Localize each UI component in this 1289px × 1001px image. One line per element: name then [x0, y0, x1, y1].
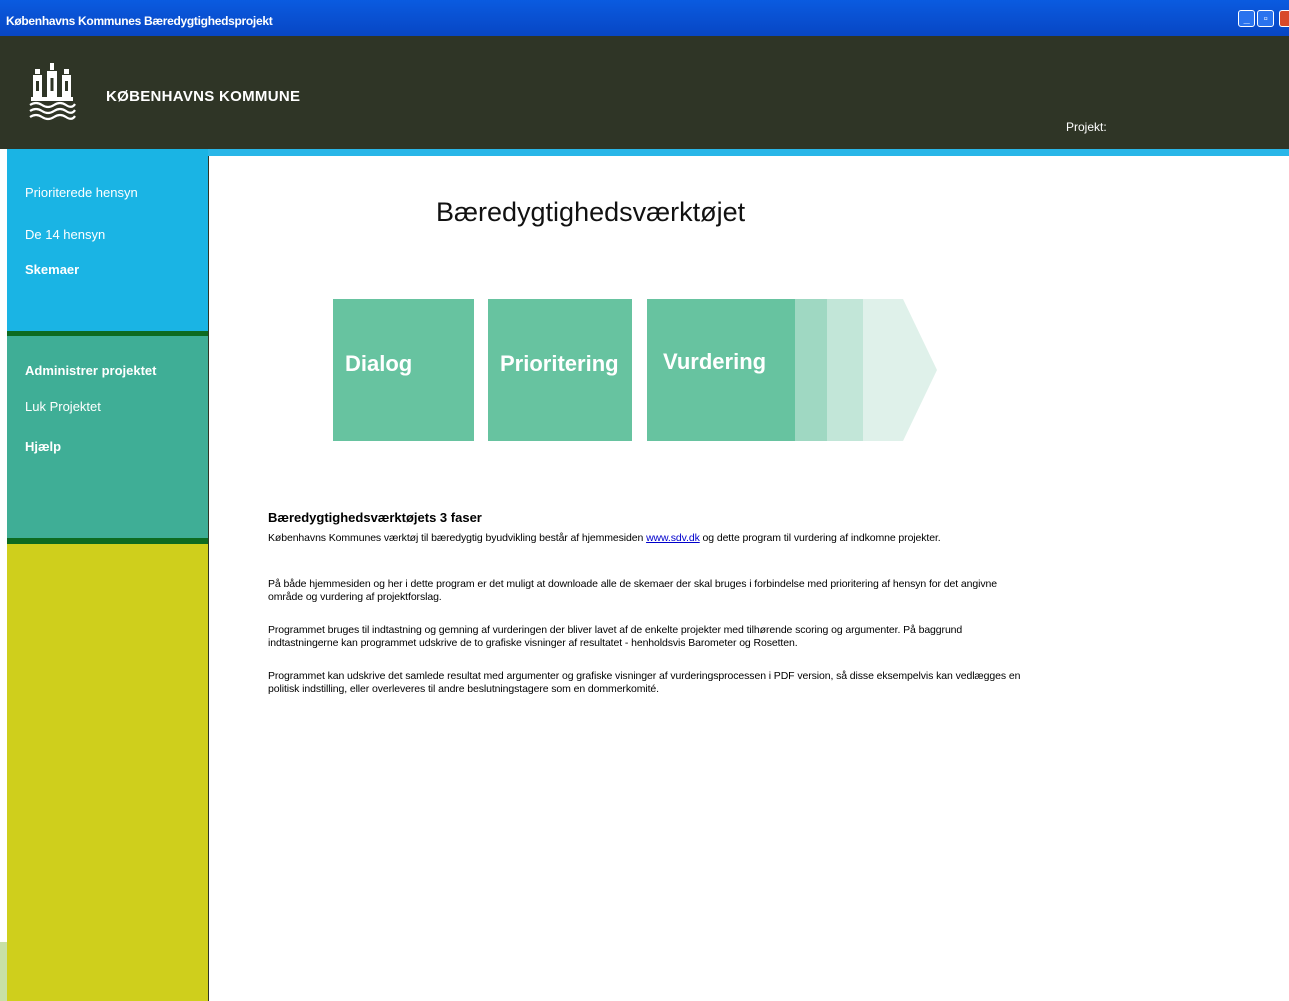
phase-prioritering[interactable]: Prioritering — [488, 299, 632, 441]
sidebar-item-de-14-hensyn[interactable]: De 14 hensyn — [25, 227, 105, 242]
phase-arrow-icon — [795, 299, 937, 441]
section-heading: Bæredygtighedsværktøjets 3 faser — [268, 510, 482, 525]
paragraph-intro: Københavns Kommunes værktøj til bæredygt… — [268, 532, 1028, 545]
sidebar-item-hjaelp[interactable]: Hjælp — [25, 439, 61, 454]
restore-icon[interactable]: ▫ — [1257, 10, 1274, 27]
paragraph-download: På både hjemmesiden og her i dette progr… — [268, 578, 997, 603]
page-title: Bæredygtighedsværktøjet — [436, 197, 746, 227]
sidebar-project-panel: Administrer projektet Luk Projektet Hjæl… — [7, 336, 208, 538]
paragraph-print: Programmet kan udskrive det samlede resu… — [268, 670, 1021, 695]
sidebar-border — [208, 156, 212, 1001]
phase-label: Dialog — [345, 351, 413, 376]
minimize-icon[interactable]: _ — [1238, 10, 1255, 27]
sidebar-bottom-panel — [7, 544, 208, 1001]
window-title: Københavns Kommunes Bæredygtighedsprojek… — [6, 14, 273, 28]
sidebar-item-skemaer[interactable]: Skemaer — [25, 262, 79, 277]
paragraph-text: Københavns Kommunes værktøj til bæredygt… — [268, 532, 647, 544]
phase-label: Vurdering — [663, 349, 767, 374]
sidebar-top-panel: Prioriterede hensyn De 14 hensyn Skemaer — [7, 149, 208, 331]
sidebar-item-luk-projektet[interactable]: Luk Projektet — [25, 399, 101, 414]
sidebar: Prioriterede hensyn De 14 hensyn Skemaer… — [7, 149, 208, 1001]
phase-dialog[interactable]: Dialog — [333, 299, 474, 441]
paragraph-program: Programmet bruges til indtastning og gem… — [268, 624, 963, 649]
phase-vurdering[interactable]: Vurdering — [647, 299, 795, 441]
brand-name: KØBENHAVNS KOMMUNE — [106, 88, 301, 105]
project-label: Projekt: — [1066, 120, 1107, 134]
close-icon[interactable] — [1279, 10, 1289, 27]
phase-label: Prioritering — [500, 351, 619, 376]
left-edge — [0, 149, 7, 1001]
sdv-link[interactable]: www.sdv.dk — [646, 532, 700, 544]
app-header: KØBENHAVNS KOMMUNE Projekt: — [0, 36, 1289, 149]
sidebar-item-prioriterede-hensyn[interactable]: Prioriterede hensyn — [25, 185, 138, 200]
window-titlebar: Københavns Kommunes Bæredygtighedsprojek… — [0, 0, 1289, 36]
copenhagen-logo-icon — [29, 63, 76, 121]
paragraph-text: og dette program til vurdering af indkom… — [699, 532, 941, 544]
sidebar-item-administrer-projektet[interactable]: Administrer projektet — [25, 363, 156, 378]
left-edge-accent — [0, 942, 7, 1001]
